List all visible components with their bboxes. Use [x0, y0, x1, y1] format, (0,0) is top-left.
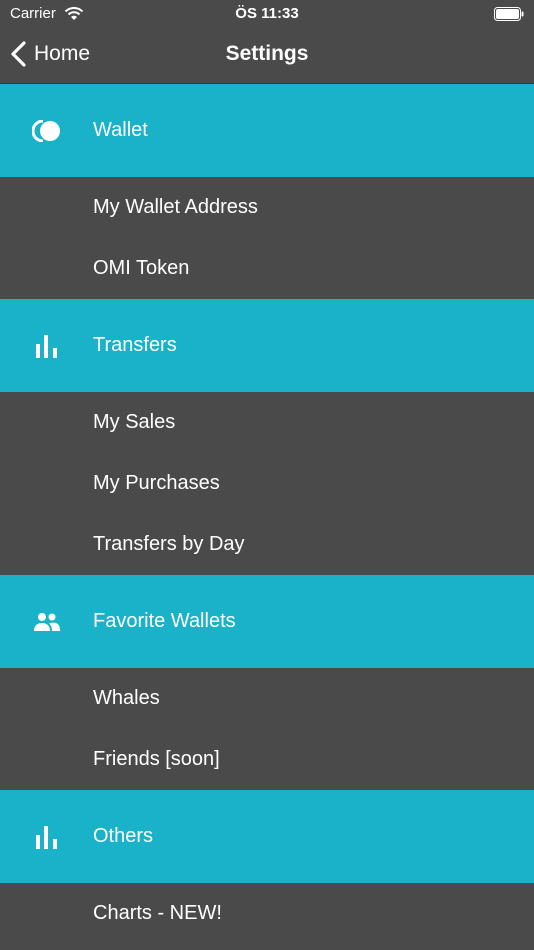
list-item-transfers-by-day[interactable]: Transfers by Day [0, 514, 534, 575]
list-item-my-wallet-address[interactable]: My Wallet Address [0, 177, 534, 238]
list-item-my-purchases[interactable]: My Purchases [0, 453, 534, 514]
battery-icon [494, 7, 524, 21]
list-item-omi-token[interactable]: OMI Token [0, 238, 534, 299]
section-items-wallet: My Wallet Address OMI Token [0, 177, 534, 299]
section-header-transfers[interactable]: Transfers [0, 299, 534, 392]
bar-chart-icon [35, 825, 57, 849]
toggle-icon [31, 119, 60, 142]
navigation-bar: Home Settings [0, 28, 534, 84]
bar-chart-icon [35, 334, 57, 358]
section-header-favorite-wallets[interactable]: Favorite Wallets [0, 575, 534, 668]
page-title: Settings [225, 42, 309, 65]
section-title-others: Others [93, 825, 154, 847]
section-header-wallet[interactable]: Wallet [0, 84, 534, 177]
section-items-transfers: My Sales My Purchases Transfers by Day [0, 392, 534, 575]
section-title-favorite-wallets: Favorite Wallets [93, 610, 236, 632]
section-items-favorite-wallets: Whales Friends [soon] [0, 668, 534, 790]
status-bar: Carrier ÖS 11:33 [0, 0, 534, 28]
section-items-others: Charts - NEW! [0, 883, 534, 944]
people-icon [33, 612, 60, 631]
section-header-others[interactable]: Others [0, 790, 534, 883]
section-title-transfers: Transfers [93, 334, 177, 356]
section-title-wallet: Wallet [93, 119, 148, 141]
list-item-my-sales[interactable]: My Sales [0, 392, 534, 453]
list-item-whales[interactable]: Whales [0, 668, 534, 729]
status-time: ÖS 11:33 [235, 5, 299, 22]
list-item-friends[interactable]: Friends [soon] [0, 729, 534, 790]
list-item-charts-new[interactable]: Charts - NEW! [0, 883, 534, 944]
